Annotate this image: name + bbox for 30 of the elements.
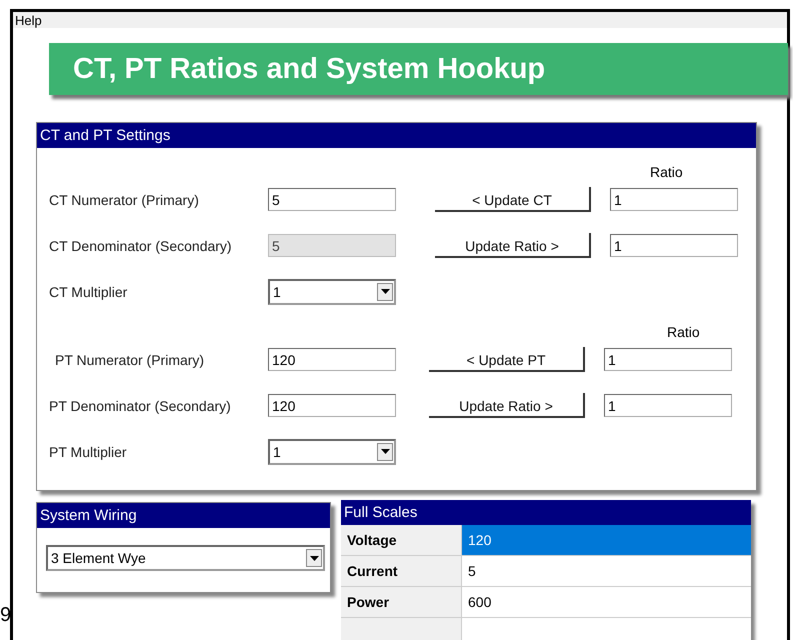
input-field[interactable]: 120: [268, 348, 396, 371]
ratio-heading: Ratio: [650, 164, 683, 182]
field-label: PT Denominator (Secondary): [49, 398, 232, 414]
table-cell: Voltage: [341, 525, 462, 555]
ratio-field[interactable]: 1: [610, 188, 738, 211]
ratio-heading: Ratio: [667, 324, 700, 342]
update-button[interactable]: < Update CT: [435, 187, 591, 212]
field-label: PT Multiplier: [49, 444, 128, 460]
ratio-field[interactable]: 1: [604, 348, 732, 371]
panel-title: CT and PT Settings: [40, 127, 170, 144]
ratio-field[interactable]: 1: [604, 394, 732, 417]
edge-digit: 9: [0, 605, 12, 625]
update-button[interactable]: < Update PT: [429, 347, 585, 372]
table-cell: Power: [341, 587, 462, 617]
panel-title: Full Scales: [344, 504, 418, 521]
page-title: CT, PT Ratios and System Hookup: [73, 52, 546, 86]
input-field[interactable]: 120: [268, 394, 396, 417]
field-label: CT Denominator (Secondary): [49, 238, 233, 254]
panel-title: System Wiring: [40, 507, 137, 524]
menu-item[interactable]: Help: [13, 12, 44, 28]
field-label: CT Numerator (Primary): [49, 192, 200, 208]
field-label: CT Multiplier: [49, 284, 128, 300]
input-field[interactable]: 5: [268, 188, 396, 211]
table-cell: Current: [341, 556, 462, 586]
dropdown[interactable]: 1: [268, 278, 396, 304]
dropdown[interactable]: 1: [268, 438, 396, 464]
table-cell[interactable]: 120: [462, 525, 751, 555]
update-button[interactable]: Update Ratio >: [429, 393, 585, 418]
dropdown[interactable]: 3 Element Wye: [46, 545, 325, 571]
field-label: PT Numerator (Primary): [54, 352, 206, 368]
